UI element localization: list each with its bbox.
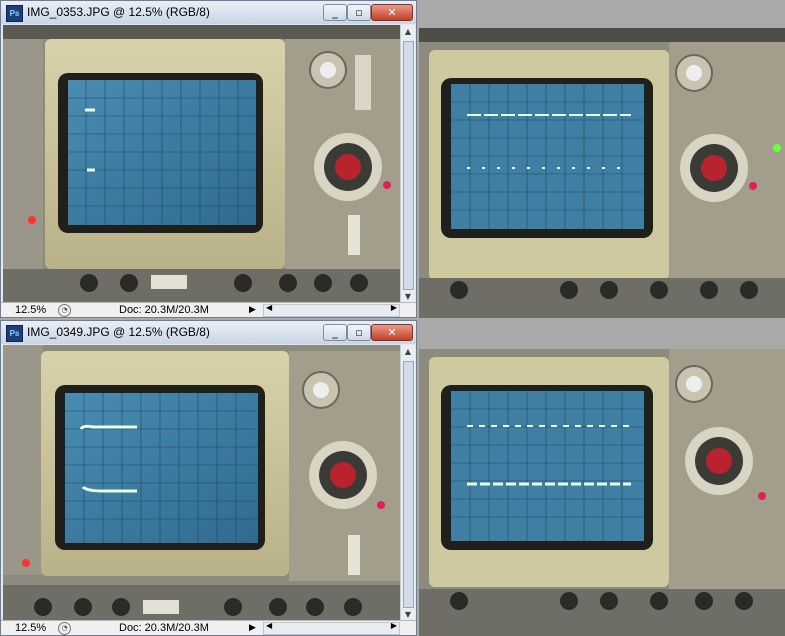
zoom-level[interactable]: 12.5% <box>15 621 46 635</box>
scroll-right-arrow-icon[interactable]: ▶ <box>391 621 397 630</box>
minimize-button[interactable]: _ <box>323 324 347 341</box>
status-bar: 12.5% ◔ Doc: 20.3M/20.3M ▶ ◀ ▶ <box>1 302 416 317</box>
oscilloscope-photo-bottom-right[interactable] <box>419 349 785 636</box>
oscilloscope-image <box>419 28 785 318</box>
status-menu-arrow-icon[interactable]: ▶ <box>249 621 256 635</box>
zoom-icon[interactable]: ◔ <box>58 622 71 635</box>
doc-size: Doc: 20.3M/20.3M <box>119 622 209 634</box>
scroll-left-arrow-icon[interactable]: ◀ <box>266 303 272 312</box>
photoshop-app-icon: Ps <box>6 325 23 342</box>
oscilloscope-photo <box>3 345 400 622</box>
scroll-up-arrow-icon[interactable]: ▲ <box>401 345 415 359</box>
document-title: IMG_0353.JPG @ 12.5% (RGB/8) <box>27 5 210 19</box>
minimize-button[interactable]: _ <box>323 4 347 21</box>
horizontal-scrollbar[interactable]: ◀ ▶ <box>263 303 400 317</box>
document-canvas[interactable] <box>3 25 400 304</box>
status-menu-arrow-icon[interactable]: ▶ <box>249 303 256 317</box>
photoshop-document-window-top[interactable]: Ps IMG_0353.JPG @ 12.5% (RGB/8) _ ▫ ✕ ▲ … <box>0 0 417 318</box>
status-bar: 12.5% ◔ Doc: 20.3M/20.3M ▶ ◀ ▶ <box>1 620 416 635</box>
scroll-thumb[interactable] <box>403 41 414 290</box>
horizontal-scrollbar[interactable]: ◀ ▶ <box>263 621 400 635</box>
vertical-scrollbar[interactable]: ▲ ▼ <box>400 25 415 304</box>
oscilloscope-photo-top-right[interactable] <box>419 28 785 318</box>
scroll-up-arrow-icon[interactable]: ▲ <box>401 25 415 39</box>
maximize-button[interactable]: ▫ <box>347 4 371 21</box>
window-titlebar[interactable]: Ps IMG_0349.JPG @ 12.5% (RGB/8) _ ▫ ✕ <box>1 321 416 344</box>
maximize-button[interactable]: ▫ <box>347 324 371 341</box>
doc-size: Doc: 20.3M/20.3M <box>119 304 209 316</box>
scroll-left-arrow-icon[interactable]: ◀ <box>266 621 272 630</box>
close-button[interactable]: ✕ <box>371 4 413 21</box>
close-button[interactable]: ✕ <box>371 324 413 341</box>
oscilloscope-image <box>419 349 785 636</box>
vertical-scrollbar[interactable]: ▲ ▼ <box>400 345 415 622</box>
scroll-thumb[interactable] <box>403 361 414 608</box>
window-titlebar[interactable]: Ps IMG_0353.JPG @ 12.5% (RGB/8) _ ▫ ✕ <box>1 1 416 24</box>
oscilloscope-photo <box>3 25 400 304</box>
zoom-level[interactable]: 12.5% <box>15 303 46 317</box>
photoshop-app-icon: Ps <box>6 5 23 22</box>
document-canvas[interactable] <box>3 345 400 622</box>
document-title: IMG_0349.JPG @ 12.5% (RGB/8) <box>27 325 210 339</box>
scroll-right-arrow-icon[interactable]: ▶ <box>391 303 397 312</box>
zoom-icon[interactable]: ◔ <box>58 304 71 317</box>
photoshop-document-window-bottom[interactable]: Ps IMG_0349.JPG @ 12.5% (RGB/8) _ ▫ ✕ ▲ … <box>0 320 417 636</box>
